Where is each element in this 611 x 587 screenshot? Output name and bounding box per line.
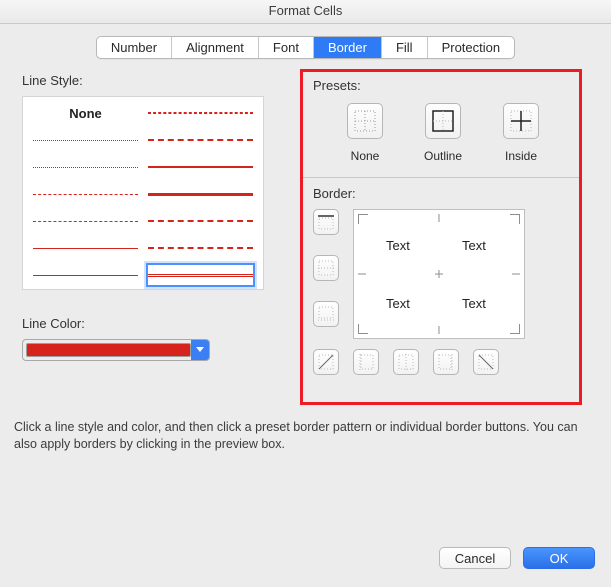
border-bottom-button[interactable] xyxy=(313,301,339,327)
line-style-option[interactable] xyxy=(148,238,253,258)
line-color-swatch xyxy=(26,343,191,357)
line-style-option[interactable] xyxy=(33,211,138,231)
border-horizontal-button[interactable] xyxy=(313,255,339,281)
line-style-option[interactable] xyxy=(148,211,253,231)
preview-cell: Text xyxy=(462,296,486,311)
preset-outline[interactable]: Outline xyxy=(417,103,469,163)
cancel-button[interactable]: Cancel xyxy=(439,547,511,569)
preset-inside-icon xyxy=(503,103,539,139)
line-style-option[interactable] xyxy=(33,157,138,177)
line-style-option[interactable] xyxy=(148,103,253,123)
preset-none[interactable]: None xyxy=(339,103,391,163)
preview-cell: Text xyxy=(462,238,486,253)
preset-none-icon xyxy=(347,103,383,139)
border-vertical-button[interactable] xyxy=(393,349,419,375)
line-color-picker[interactable] xyxy=(22,339,210,361)
line-style-option-selected[interactable] xyxy=(148,265,253,285)
line-style-option[interactable] xyxy=(148,184,253,204)
preview-cell: Text xyxy=(386,238,410,253)
tab-number[interactable]: Number xyxy=(97,37,172,58)
border-left-button[interactable] xyxy=(353,349,379,375)
tab-border[interactable]: Border xyxy=(314,37,382,58)
line-style-none-label: None xyxy=(69,106,102,121)
border-right-button[interactable] xyxy=(433,349,459,375)
line-style-picker[interactable]: None xyxy=(22,96,264,290)
chevron-down-icon xyxy=(191,340,209,360)
line-style-option[interactable] xyxy=(33,265,138,285)
window-title: Format Cells xyxy=(0,0,611,24)
line-style-option[interactable] xyxy=(33,184,138,204)
preset-outline-icon xyxy=(425,103,461,139)
preview-cell: Text xyxy=(386,296,410,311)
divider xyxy=(303,177,579,178)
line-color-label: Line Color: xyxy=(22,316,284,331)
segmented-control: Number Alignment Font Border Fill Protec… xyxy=(96,36,515,59)
border-top-button[interactable] xyxy=(313,209,339,235)
line-style-label: Line Style: xyxy=(22,73,284,88)
tab-bar: Number Alignment Font Border Fill Protec… xyxy=(0,36,611,59)
border-diag-up-button[interactable] xyxy=(313,349,339,375)
presets-label: Presets: xyxy=(313,78,569,93)
preset-inside[interactable]: Inside xyxy=(495,103,547,163)
border-presets-panel: Presets: None Outline Inside xyxy=(300,69,582,405)
help-text: Click a line style and color, and then c… xyxy=(14,419,591,453)
border-diag-down-button[interactable] xyxy=(473,349,499,375)
preset-none-label: None xyxy=(351,149,380,163)
line-style-option[interactable] xyxy=(33,238,138,258)
tab-protection[interactable]: Protection xyxy=(428,37,515,58)
tab-fill[interactable]: Fill xyxy=(382,37,428,58)
tab-font[interactable]: Font xyxy=(259,37,314,58)
tab-alignment[interactable]: Alignment xyxy=(172,37,259,58)
border-preview[interactable]: Text Text Text Text xyxy=(353,209,525,339)
line-style-none[interactable]: None xyxy=(33,103,138,123)
line-style-option[interactable] xyxy=(148,157,253,177)
preset-outline-label: Outline xyxy=(424,149,462,163)
line-style-option[interactable] xyxy=(148,130,253,150)
preset-inside-label: Inside xyxy=(505,149,537,163)
line-style-option[interactable] xyxy=(33,130,138,150)
border-label: Border: xyxy=(313,186,569,201)
ok-button[interactable]: OK xyxy=(523,547,595,569)
